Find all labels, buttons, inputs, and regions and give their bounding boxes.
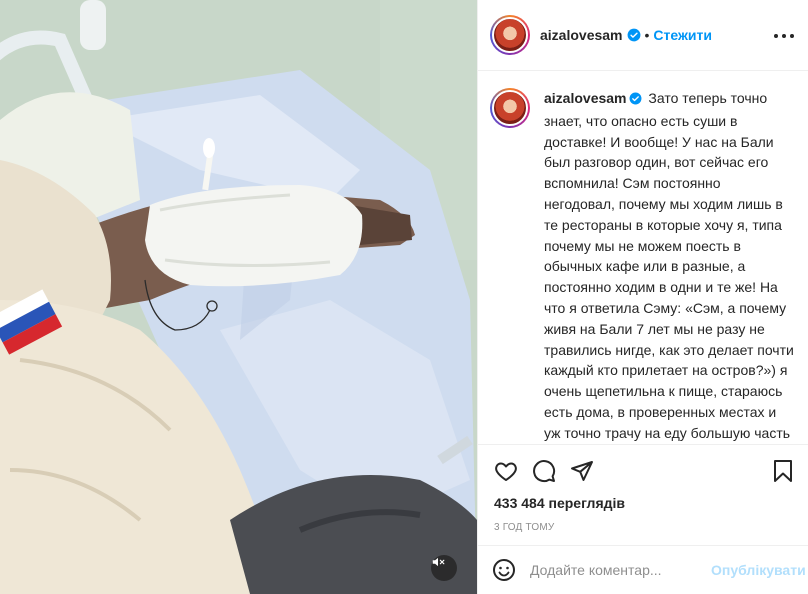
author-avatar[interactable]	[490, 15, 530, 55]
caption: aizalovesam Зато теперь точно знает, что…	[544, 88, 794, 444]
send-icon[interactable]	[570, 459, 594, 483]
post-side-panel: aizalovesam • Стежити aizalovesam Зато т…	[477, 0, 808, 594]
bookmark-icon[interactable]	[771, 459, 795, 483]
heart-icon[interactable]	[494, 459, 518, 483]
post-comment-button[interactable]: Опублікувати	[711, 562, 806, 578]
view-count[interactable]: 433 484 переглядів	[494, 495, 625, 511]
follow-button[interactable]: Стежити	[653, 27, 712, 43]
comment-input[interactable]	[530, 562, 711, 578]
caption-author-avatar[interactable]	[490, 88, 530, 128]
verified-badge-icon	[629, 90, 642, 111]
caption-section: aizalovesam Зато теперь точно знает, что…	[478, 72, 808, 444]
author-username[interactable]: aizalovesam	[540, 27, 623, 43]
post-media-video[interactable]	[0, 0, 477, 594]
header-separator: •	[644, 27, 650, 43]
video-frame-illustration	[0, 0, 477, 594]
caption-username[interactable]: aizalovesam	[544, 90, 627, 106]
add-comment-bar: Опублікувати	[478, 545, 808, 594]
caption-body: Зато теперь точно знает, что опасно есть…	[544, 90, 794, 441]
comment-icon[interactable]	[532, 459, 556, 483]
mute-toggle-button[interactable]	[431, 555, 457, 581]
post-timestamp[interactable]: 3 год тому	[494, 522, 554, 533]
muted-speaker-icon	[432, 557, 445, 567]
post-header: aizalovesam • Стежити	[478, 0, 808, 71]
emoji-icon[interactable]	[492, 558, 516, 582]
more-options-icon[interactable]	[773, 26, 795, 44]
verified-badge-icon	[627, 28, 641, 42]
